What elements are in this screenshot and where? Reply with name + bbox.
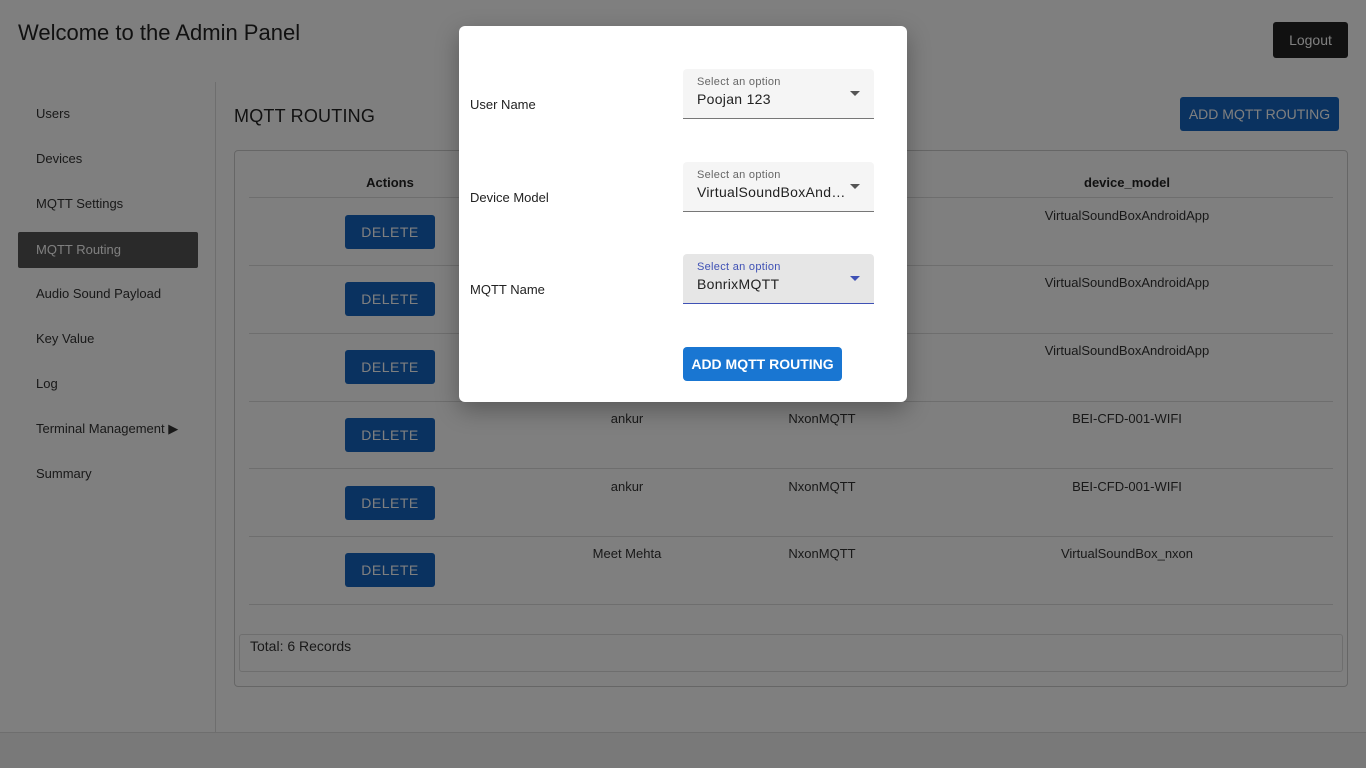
chevron-down-icon <box>850 276 860 281</box>
select-value: BonrixMQTT <box>697 276 780 292</box>
chevron-down-icon <box>850 91 860 96</box>
submit-add-mqtt-routing-button[interactable]: ADD MQTT ROUTING <box>683 347 842 381</box>
add-routing-modal: User Name Select an option Poojan 123 De… <box>459 26 907 402</box>
select-value: VirtualSoundBoxAndroidApp <box>697 184 847 200</box>
device-model-select[interactable]: Select an option VirtualSoundBoxAndroidA… <box>683 162 874 212</box>
user-name-select[interactable]: Select an option Poojan 123 <box>683 69 874 119</box>
select-caption: Select an option <box>697 261 781 273</box>
select-caption: Select an option <box>697 169 781 181</box>
chevron-down-icon <box>850 184 860 189</box>
user-name-label: User Name <box>470 97 536 112</box>
select-value: Poojan 123 <box>697 91 771 107</box>
mqtt-name-select[interactable]: Select an option BonrixMQTT <box>683 254 874 304</box>
mqtt-name-label: MQTT Name <box>470 282 545 297</box>
device-model-label: Device Model <box>470 190 549 205</box>
select-caption: Select an option <box>697 76 781 88</box>
